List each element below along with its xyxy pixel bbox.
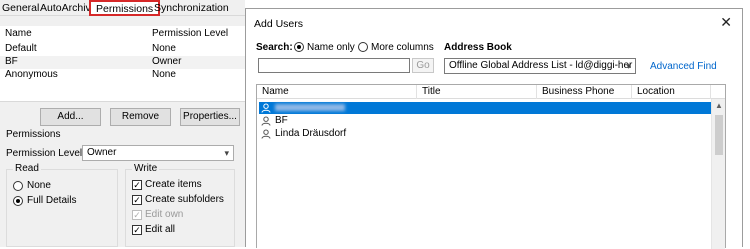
go-button[interactable]: Go [412,58,434,73]
list-item-name: Anonymous [5,69,58,80]
create-items-checkbox[interactable]: ✓ [132,180,142,190]
write-group-title: Write [132,163,160,174]
read-full-details-radio[interactable] [13,196,23,206]
list-item[interactable]: Default None [0,43,245,56]
list-item-level: Owner [152,56,182,67]
tab-permissions[interactable]: Permissions [89,0,161,16]
person-icon [261,103,271,113]
properties-button[interactable]: Properties... [180,108,240,126]
permissions-section-title: Permissions [6,129,61,140]
row-name: BF [275,115,288,126]
results-list[interactable]: Name Title Business Phone Location BF Li… [256,84,726,249]
chevron-down-icon: ▾ [224,148,229,158]
permissions-list[interactable]: Name Permission Level Default None BF Ow… [0,26,245,102]
list-item-name: Default [5,43,37,54]
row-name: Linda Dräusdorf [275,128,347,139]
column-business-phone[interactable]: Business Phone [537,85,632,99]
read-none-label: None [27,180,51,191]
remove-button[interactable]: Remove [110,108,171,126]
create-items-label: Create items [145,179,202,190]
name-only-label: Name only [307,42,355,53]
list-item-level: None [152,43,176,54]
column-location[interactable]: Location [632,85,711,99]
write-group: Write ✓ Create items ✓ Create subfolders… [125,163,235,247]
advanced-find-link[interactable]: Advanced Find [650,61,717,72]
edit-all-checkbox[interactable]: ✓ [132,225,142,235]
list-item-name: BF [5,56,18,67]
address-book-value: Offline Global Address List - ld@diggi-h… [449,60,633,71]
read-none-radio[interactable] [13,181,23,191]
close-icon[interactable]: ✕ [720,14,732,31]
list-item-level: None [152,69,176,80]
edit-own-label: Edit own [145,209,184,220]
search-input[interactable] [258,58,410,73]
redacted-name [275,104,345,111]
table-row[interactable]: BF [259,115,711,127]
edit-own-checkbox: ✓ [132,210,142,220]
more-columns-label: More columns [371,42,434,53]
permission-level-select[interactable]: Owner ▾ [82,145,234,161]
add-users-dialog: Add Users ✕ Search: Name only More colum… [245,8,743,249]
results-scrollbar[interactable]: ▲ [711,99,725,249]
permission-level-value: Owner [87,147,117,158]
address-book-select[interactable]: Offline Global Address List - ld@diggi-h… [444,58,636,74]
table-row[interactable]: Linda Dräusdorf [259,128,711,140]
name-only-radio[interactable] [294,42,304,52]
more-columns-radio[interactable] [358,42,368,52]
row-name [275,102,345,115]
add-button[interactable]: Add... [40,108,101,126]
permission-level-label: Permission Level: [6,148,85,159]
search-label: Search: [256,42,293,53]
column-name[interactable]: Name [5,28,32,39]
read-group: Read None Full Details [6,163,118,247]
results-header: Name Title Business Phone Location [257,85,725,99]
read-group-title: Read [13,163,41,174]
tab-synchronization[interactable]: Synchronization [152,2,231,16]
read-full-details-label: Full Details [27,195,77,206]
column-permission-level[interactable]: Permission Level [152,28,228,39]
tab-general[interactable]: General [0,2,41,16]
list-item[interactable]: BF Owner [0,56,245,69]
dialog-title: Add Users [254,18,304,30]
table-row[interactable] [259,102,711,114]
address-book-label: Address Book [444,42,512,53]
create-subfolders-label: Create subfolders [145,194,224,205]
edit-all-label: Edit all [145,224,176,235]
person-icon [261,129,271,139]
person-icon [261,116,271,126]
permissions-list-header: Name Permission Level [0,26,245,42]
list-item[interactable]: Anonymous None [0,69,245,82]
chevron-down-icon: ▾ [626,61,631,71]
chevron-up-icon[interactable]: ▲ [715,101,723,110]
column-name[interactable]: Name [257,85,417,99]
column-title[interactable]: Title [417,85,537,99]
create-subfolders-checkbox[interactable]: ✓ [132,195,142,205]
tab-strip: General AutoArchive Permissions Synchron… [0,0,245,16]
scrollbar-thumb[interactable] [715,115,723,155]
folder-properties-pane: General AutoArchive Permissions Synchron… [0,0,245,247]
